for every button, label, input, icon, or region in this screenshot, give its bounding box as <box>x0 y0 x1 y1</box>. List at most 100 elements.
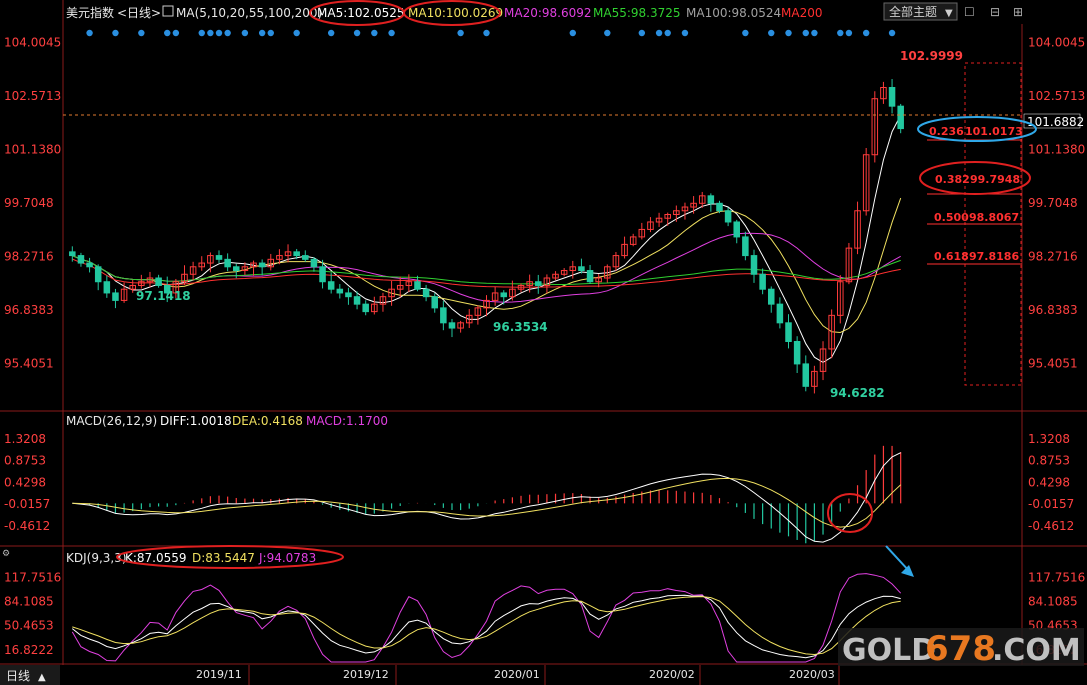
kdj-tick-left: 117.7516 <box>4 570 61 584</box>
fib-ratio-1: 0.382 <box>935 173 970 186</box>
signal-dot <box>215 29 223 37</box>
watermark-logo: GOLD 678 .COM <box>838 628 1084 669</box>
macd-tick-right: 0.4298 <box>1028 475 1070 489</box>
candle-body <box>422 288 430 298</box>
candle-body <box>319 266 326 283</box>
candle-body <box>750 255 758 275</box>
price-tick-left: 95.4051 <box>4 357 54 371</box>
kdj-j-line <box>71 573 902 663</box>
candle-body <box>94 266 102 283</box>
candle-body <box>724 210 732 223</box>
low-jan-annotation: 96.3534 <box>493 320 548 334</box>
window-icon-2[interactable]: ⊟ <box>990 5 1000 19</box>
price-tick-left: 96.8383 <box>4 303 54 317</box>
kdj-d-line <box>72 596 901 656</box>
signal-dot <box>353 29 361 37</box>
signal-dot <box>604 29 611 37</box>
fib-ratio-0: 0.236 <box>929 125 964 138</box>
price-tick-right: 96.8383 <box>1028 303 1078 317</box>
ma5-value: MA5:102.0525 <box>317 6 405 20</box>
low-annotation: 94.6282 <box>830 386 885 400</box>
macd-tick-left: 0.4298 <box>4 475 46 489</box>
kdj-j: J:94.0783 <box>258 551 316 565</box>
signal-dot <box>483 29 490 37</box>
candle-body <box>293 251 300 257</box>
candle-body <box>103 281 111 294</box>
signal-dot <box>785 29 792 37</box>
candle-body <box>802 363 810 387</box>
x-tick-1: 2019/12 <box>343 668 389 681</box>
candle-body <box>86 262 93 268</box>
theme-select-label: 全部主题 <box>889 4 937 19</box>
fib-ratio-3: 0.618 <box>934 250 969 263</box>
signal-dot <box>172 29 180 37</box>
period-label[interactable]: <日线> <box>117 6 161 20</box>
x-tick-4: 2020/03 <box>789 668 835 681</box>
signal-dot <box>327 29 335 37</box>
candle-body <box>414 281 421 290</box>
kdj-tick-right: 84.1085 <box>1028 595 1078 609</box>
arrow-head-icon <box>901 565 914 577</box>
high-annotation: 102.9999 <box>900 49 963 63</box>
candle-body <box>77 255 85 264</box>
macd-tick-right: -0.0157 <box>1028 497 1074 511</box>
macd-tick-right: 0.8753 <box>1028 454 1070 468</box>
signal-dot <box>138 29 145 37</box>
candle-body <box>69 251 76 257</box>
kdj-settings-icon[interactable]: ⚙ <box>2 549 10 559</box>
window-icon-3[interactable]: ⊞ <box>1013 5 1023 19</box>
ma-toggle-icon[interactable] <box>162 5 174 17</box>
signal-dot <box>811 29 818 37</box>
signal-dot <box>655 29 663 37</box>
price-tick-right: 104.0045 <box>1028 36 1085 50</box>
signal-dot <box>198 29 205 37</box>
fib-ratio-2: 0.500 <box>934 211 969 224</box>
macd-panel: MACD(26,12,9) DIFF:1.0018 DEA:0.4168 MAC… <box>4 414 1074 544</box>
low-nov-annotation: 97.1418 <box>136 289 191 303</box>
signal-dot <box>258 29 266 37</box>
candle-body <box>440 307 447 324</box>
macd-tick-right: -0.4612 <box>1028 519 1074 533</box>
macd-value: MACD:1.1700 <box>306 414 388 428</box>
macd-diff: DIFF:1.0018 <box>160 414 232 428</box>
signal-dot <box>768 29 775 37</box>
price-tick-left: 104.0045 <box>4 36 61 50</box>
price-tick-left: 99.7048 <box>4 196 54 210</box>
signal-dot <box>845 29 853 37</box>
signal-dot <box>457 29 464 37</box>
fib-value-2: 98.8067 <box>969 211 1019 224</box>
ma55-value: MA55:98.3725 <box>593 6 681 20</box>
signal-dot <box>802 29 809 37</box>
chevron-down-icon: ▼ <box>945 8 953 19</box>
signal-dot <box>207 29 214 37</box>
price-tick-left: 101.1380 <box>4 143 61 157</box>
ma20-line <box>72 232 901 303</box>
candle-body <box>215 255 223 260</box>
candle-body <box>431 296 438 309</box>
macd-tick-right: 1.3208 <box>1028 432 1070 446</box>
candle-body <box>759 273 766 290</box>
candle-body <box>785 322 792 342</box>
price-annotations: 102.9999 94.6282 97.1418 96.3534 <box>136 49 963 400</box>
macd-tick-left: -0.4612 <box>4 519 50 533</box>
signal-dot <box>241 29 249 37</box>
signal-dot <box>112 29 119 37</box>
candle-body <box>897 105 904 130</box>
candle-body <box>353 296 361 305</box>
fib-value-1: 99.7948 <box>970 173 1020 186</box>
macd-tick-left: -0.0157 <box>4 497 50 511</box>
kdj-d: D:83.5447 <box>192 551 255 565</box>
price-tick-right: 98.2716 <box>1028 250 1078 264</box>
watermark-suffix: .COM <box>992 633 1081 668</box>
chevron-up-icon: ▲ <box>38 672 46 683</box>
macd-diff-line <box>72 452 901 543</box>
fib-value-3: 97.8186 <box>969 250 1019 263</box>
candle-body <box>155 277 162 286</box>
signal-dot <box>837 29 844 37</box>
signal-dot <box>224 29 231 37</box>
macd-label: MACD(26,12,9) <box>66 414 157 428</box>
ma200-value: MA200 <box>781 6 822 20</box>
window-icon-1[interactable]: ☐ <box>964 5 975 19</box>
fibonacci-levels: 0.236 101.0173 0.382 99.7948 0.500 98.80… <box>917 62 1037 386</box>
candle-body <box>888 87 896 107</box>
